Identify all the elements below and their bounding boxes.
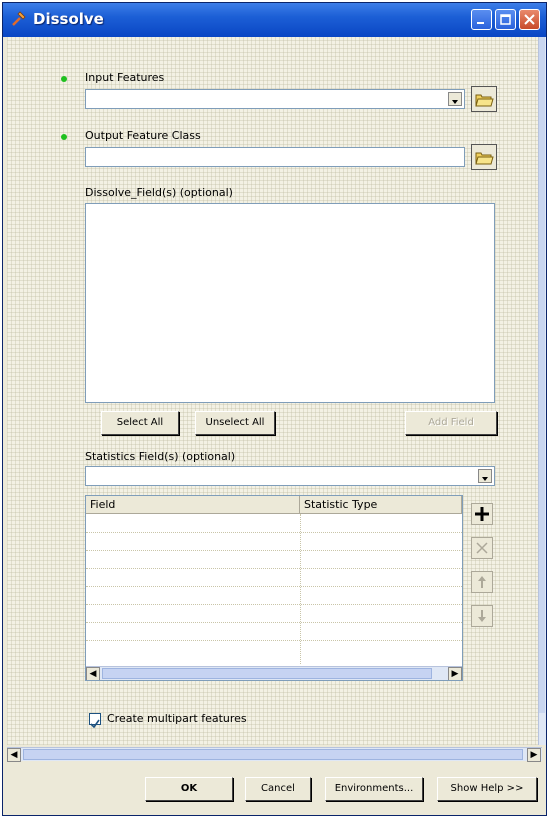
window-title: Dissolve [33,10,104,28]
maximize-button[interactable] [495,9,516,30]
column-header-field[interactable]: Field [86,496,300,514]
scroll-right-icon[interactable]: ▶ [448,667,462,680]
dissolve-fields-label: Dissolve_Field(s) (optional) [85,186,233,199]
add-row-button[interactable] [471,503,493,525]
plus-icon [475,507,489,521]
unselect-all-button[interactable]: Unselect All [195,411,275,435]
vertical-scroll-thumb[interactable] [539,37,545,713]
folder-icon [475,152,494,165]
hammer-icon [12,11,26,26]
minimize-button[interactable] [471,9,492,30]
table-row[interactable] [86,640,462,642]
statistics-fields-label: Statistics Field(s) (optional) [85,450,236,463]
table-row[interactable] [86,622,462,624]
table-row[interactable] [86,550,462,552]
scroll-thumb[interactable] [102,668,432,679]
table-row[interactable] [86,532,462,534]
required-indicator-icon [61,134,67,140]
table-row[interactable] [86,586,462,588]
folder-icon [475,94,494,107]
scroll-left-icon[interactable]: ◀ [86,667,100,680]
statistics-field-dropdown[interactable] [85,466,495,486]
dissolve-dialog: Dissolve Input Features Output Feature C… [2,2,547,816]
input-features-browse-button[interactable] [471,86,497,112]
down-arrow-icon [478,610,486,622]
up-arrow-icon [478,576,486,588]
input-features-field[interactable] [85,89,465,109]
environments-button[interactable]: Environments... [325,777,423,801]
chevron-down-icon[interactable] [478,469,492,483]
multipart-checkbox[interactable] [89,713,101,729]
remove-row-button[interactable] [471,537,493,559]
dissolve-fields-list[interactable] [85,203,495,403]
scroll-thumb[interactable] [23,749,523,760]
output-class-label: Output Feature Class [85,129,201,142]
checkmark-icon [90,719,100,729]
table-row[interactable] [86,604,462,606]
scroll-right-icon[interactable]: ▶ [527,748,541,762]
dialog-body: Input Features Output Feature Class Diss… [7,37,538,745]
column-header-statistic-type[interactable]: Statistic Type [300,496,462,514]
add-field-button[interactable]: Add Field [405,411,497,435]
select-all-button[interactable]: Select All [101,411,179,435]
dialog-footer: ◀ ▶ OK Cancel Environments... Show Help … [3,745,546,815]
move-up-button[interactable] [471,571,493,593]
output-class-browse-button[interactable] [471,144,497,170]
title-bar[interactable]: Dissolve [3,3,546,37]
output-class-field[interactable] [85,147,465,167]
move-down-button[interactable] [471,605,493,627]
statistics-table[interactable]: Field Statistic Type ◀ ▶ [85,495,463,681]
table-horizontal-scrollbar[interactable]: ◀ ▶ [86,666,462,680]
multipart-label: Create multipart features [107,712,247,725]
input-features-label: Input Features [85,71,165,84]
close-button[interactable] [519,9,540,30]
show-help-button[interactable]: Show Help >> [437,777,537,801]
chevron-down-icon[interactable] [448,92,462,106]
cancel-button[interactable]: Cancel [245,777,311,801]
required-indicator-icon [61,76,67,82]
table-row[interactable] [86,568,462,570]
x-icon [476,542,488,554]
scroll-left-icon[interactable]: ◀ [7,748,21,762]
dialog-horizontal-scrollbar[interactable]: ◀ ▶ [7,747,542,762]
ok-button[interactable]: OK [145,777,233,801]
